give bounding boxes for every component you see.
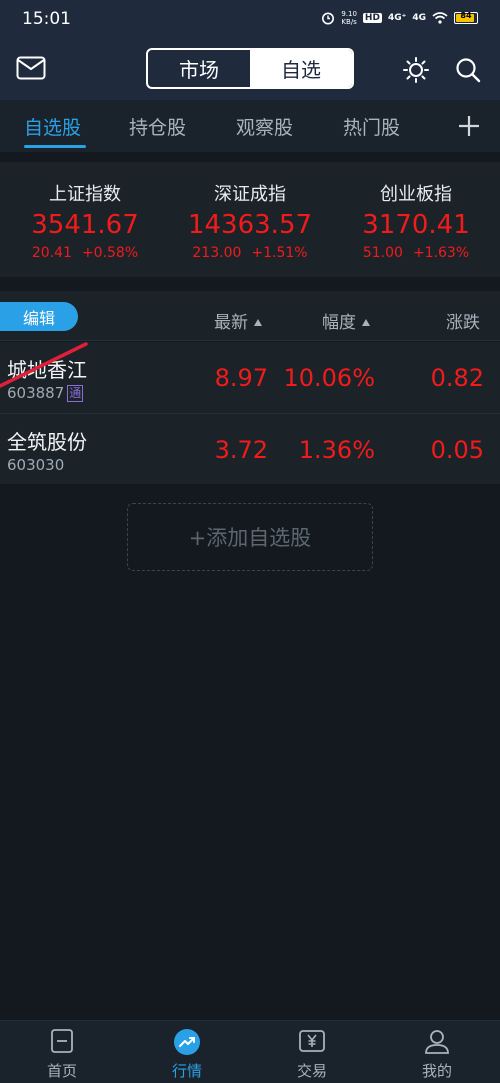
net-speed: 9.10 KB/s: [341, 10, 357, 26]
app-header: 市场 自选: [0, 38, 500, 100]
column-latest[interactable]: 最新: [214, 308, 262, 333]
nav-trade[interactable]: 交易: [277, 1027, 347, 1081]
watchlist-tabs: 自选股 持仓股 观察股 热门股: [0, 100, 500, 152]
wifi-icon: [432, 12, 448, 24]
nav-profile-label: 我的: [421, 1062, 452, 1080]
index-change-percent: +1.63%: [412, 245, 470, 261]
hd-badge: HD: [362, 13, 382, 23]
index-name: 创业板指: [380, 184, 452, 205]
message-icon[interactable]: [16, 56, 46, 80]
network-4g: 4G: [412, 13, 426, 23]
stock-range: 1.36%: [298, 436, 375, 464]
stock-change: 0.82: [430, 364, 484, 392]
status-icons: 9.10 KB/s HD 4G⁺ 4G 84: [321, 10, 478, 26]
stock-latest: 8.97: [214, 364, 268, 392]
index-value: 3170.41: [362, 210, 470, 240]
sort-triangle-icon: [362, 319, 370, 326]
index-change-points: 213.00: [192, 245, 242, 261]
stock-row[interactable]: 全筑股份 603030 3.72 1.36% 0.05: [0, 413, 500, 484]
tab-holdings[interactable]: 持仓股: [129, 113, 186, 140]
status-bar: 15:01 9.10 KB/s HD 4G⁺ 4G 84: [0, 0, 500, 38]
home-icon: [51, 1029, 73, 1053]
column-change[interactable]: 涨跌: [446, 308, 480, 333]
trade-yen-icon: [299, 1030, 325, 1052]
column-range[interactable]: 幅度: [322, 308, 370, 333]
index-name: 深证成指: [214, 184, 286, 205]
alarm-icon: [322, 12, 335, 25]
stock-latest: 3.72: [214, 436, 268, 464]
search-icon[interactable]: [455, 57, 481, 83]
nav-home[interactable]: 首页: [27, 1027, 97, 1081]
net-speed-unit: KB/s: [341, 18, 357, 26]
network-4g-plus: 4G⁺: [387, 13, 407, 23]
theme-sun-icon[interactable]: [403, 57, 429, 83]
index-change-points: 51.00: [362, 245, 403, 261]
segment-watchlist[interactable]: 自选: [250, 50, 352, 87]
profile-icon: [425, 1030, 449, 1054]
tab-observing[interactable]: 观察股: [236, 113, 293, 140]
segment-market[interactable]: 市场: [148, 50, 250, 87]
nav-home-label: 首页: [46, 1062, 77, 1080]
connect-badge: 通: [67, 384, 84, 402]
index-change: 20.41 +0.58%: [2, 245, 168, 261]
tab-hot[interactable]: 热门股: [343, 113, 400, 140]
index-card[interactable]: 上证指数 3541.67 20.41 +0.58%: [2, 162, 168, 261]
column-range-label: 幅度: [322, 313, 356, 333]
stock-range: 10.06%: [283, 364, 375, 392]
stock-change: 0.05: [430, 436, 484, 464]
index-name: 上证指数: [49, 184, 121, 205]
market-trend-icon: [174, 1029, 200, 1055]
stock-code-value: 603887: [7, 384, 65, 402]
column-latest-label: 最新: [214, 313, 248, 333]
index-change-percent: +1.51%: [251, 245, 308, 261]
bottom-nav: 首页 行情 交易 我的: [0, 1020, 500, 1083]
index-change: 213.00 +1.51%: [167, 245, 333, 261]
sort-triangle-icon: [254, 319, 262, 326]
stock-code: 603887 通: [7, 384, 84, 402]
stock-row[interactable]: 城地香江 603887 通 8.97 10.06% 0.82: [0, 342, 500, 413]
nav-market[interactable]: 行情: [152, 1027, 222, 1081]
stock-name: 全筑股份: [7, 430, 87, 454]
index-card[interactable]: 创业板指 3170.41 51.00 +1.63%: [333, 162, 499, 261]
index-change: 51.00 +1.63%: [333, 245, 499, 261]
net-speed-value: 9.10: [341, 10, 357, 18]
market-watchlist-switch: 市场 自选: [146, 48, 354, 89]
index-card[interactable]: 深证成指 14363.57 213.00 +1.51%: [167, 162, 333, 261]
column-change-label: 涨跌: [446, 313, 480, 333]
nav-trade-label: 交易: [296, 1062, 327, 1080]
status-time: 15:01: [22, 9, 71, 29]
stock-code: 603030: [7, 456, 64, 474]
battery-icon: 84: [454, 11, 478, 24]
index-value: 3541.67: [31, 210, 139, 240]
edit-button[interactable]: 编辑: [0, 302, 78, 331]
index-change-percent: +0.58%: [81, 245, 139, 261]
nav-market-label: 行情: [171, 1062, 202, 1080]
add-watchlist-stock-button[interactable]: +添加自选股: [127, 503, 373, 571]
nav-profile[interactable]: 我的: [402, 1027, 472, 1081]
stock-code-value: 603030: [7, 456, 65, 474]
index-change-points: 20.41: [31, 245, 72, 261]
tab-watchlist[interactable]: 自选股: [24, 113, 81, 140]
stock-list-header: 编辑 最新 幅度 涨跌: [0, 291, 500, 341]
market-indexes: 上证指数 3541.67 20.41 +0.58% 深证成指 14363.57 2…: [0, 162, 500, 277]
index-value: 14363.57: [187, 210, 313, 240]
active-tab-indicator: [24, 145, 86, 148]
add-tab-plus-icon[interactable]: [457, 114, 481, 138]
battery-level: 84: [460, 11, 472, 20]
